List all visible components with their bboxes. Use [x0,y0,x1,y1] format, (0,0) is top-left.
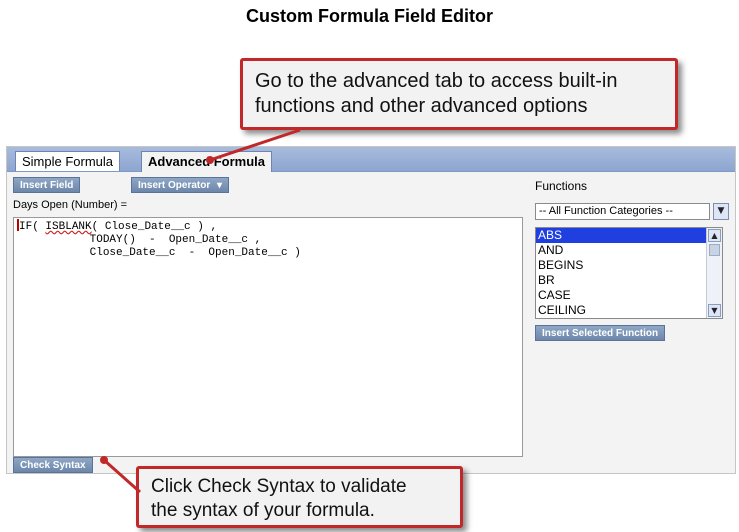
tab-bar: Simple Formula Advanced Formula [7,147,735,172]
insert-field-button[interactable]: Insert Field [13,177,81,193]
insert-selected-function-button[interactable]: Insert Selected Function [535,325,666,341]
tab-advanced-formula[interactable]: Advanced Formula [141,151,273,172]
function-category-select[interactable]: -- All Function Categories -- [535,203,710,220]
formula-line1-rest: ( Close_Date__c ) , [91,221,218,233]
function-item-abs[interactable]: ABS [536,228,706,243]
formula-field-label: Days Open (Number) = [13,199,128,211]
functions-label: Functions [535,179,588,193]
listbox-scrollbar[interactable]: ▲ ▼ [706,228,722,318]
advanced-tab-callout-line2: functions and other advanced options [255,95,588,117]
formula-line2: TODAY() - Open_Date__c , [17,234,262,246]
insert-operator-label: Insert Operator [138,180,211,191]
formula-isblank-function: ISBLANK [45,221,92,233]
check-syntax-callout: Click Check Syntax to validate the synta… [136,466,463,528]
chevron-down-icon: ▾ [217,180,223,191]
insert-operator-button[interactable]: Insert Operator ▾ [131,177,230,193]
formula-if-keyword: IF( [19,221,39,233]
function-item-case[interactable]: CASE [536,288,706,303]
formula-line3: Close_Date__c - Open_Date__c ) [17,247,301,259]
tab-simple-formula[interactable]: Simple Formula [15,151,121,171]
formula-editor-panel: Simple Formula Advanced Formula Insert F… [6,146,736,474]
check-syntax-button[interactable]: Check Syntax [13,457,93,473]
page-title: Custom Formula Field Editor [245,6,493,26]
advanced-tab-callout: Go to the advanced tab to access built-i… [240,58,678,130]
functions-listbox[interactable]: ABS AND BEGINS BR CASE CEILING ▲ ▼ [535,227,723,319]
check-syntax-callout-line2: the syntax of your formula. [151,500,375,521]
scroll-thumb[interactable] [709,244,720,256]
scroll-up-icon[interactable]: ▲ [708,229,721,242]
function-item-and[interactable]: AND [536,243,706,258]
check-syntax-callout-line1: Click Check Syntax to validate [151,476,407,497]
formula-textarea[interactable]: IF( ISBLANK( Close_Date__c ) , TODAY() -… [13,217,523,457]
advanced-tab-callout-line1: Go to the advanced tab to access built-i… [255,70,618,92]
dropdown-arrow-icon[interactable]: ▼ [713,203,729,220]
scroll-down-icon[interactable]: ▼ [708,304,721,317]
function-item-ceiling[interactable]: CEILING [536,303,706,318]
function-item-br[interactable]: BR [536,273,706,288]
function-item-begins[interactable]: BEGINS [536,258,706,273]
